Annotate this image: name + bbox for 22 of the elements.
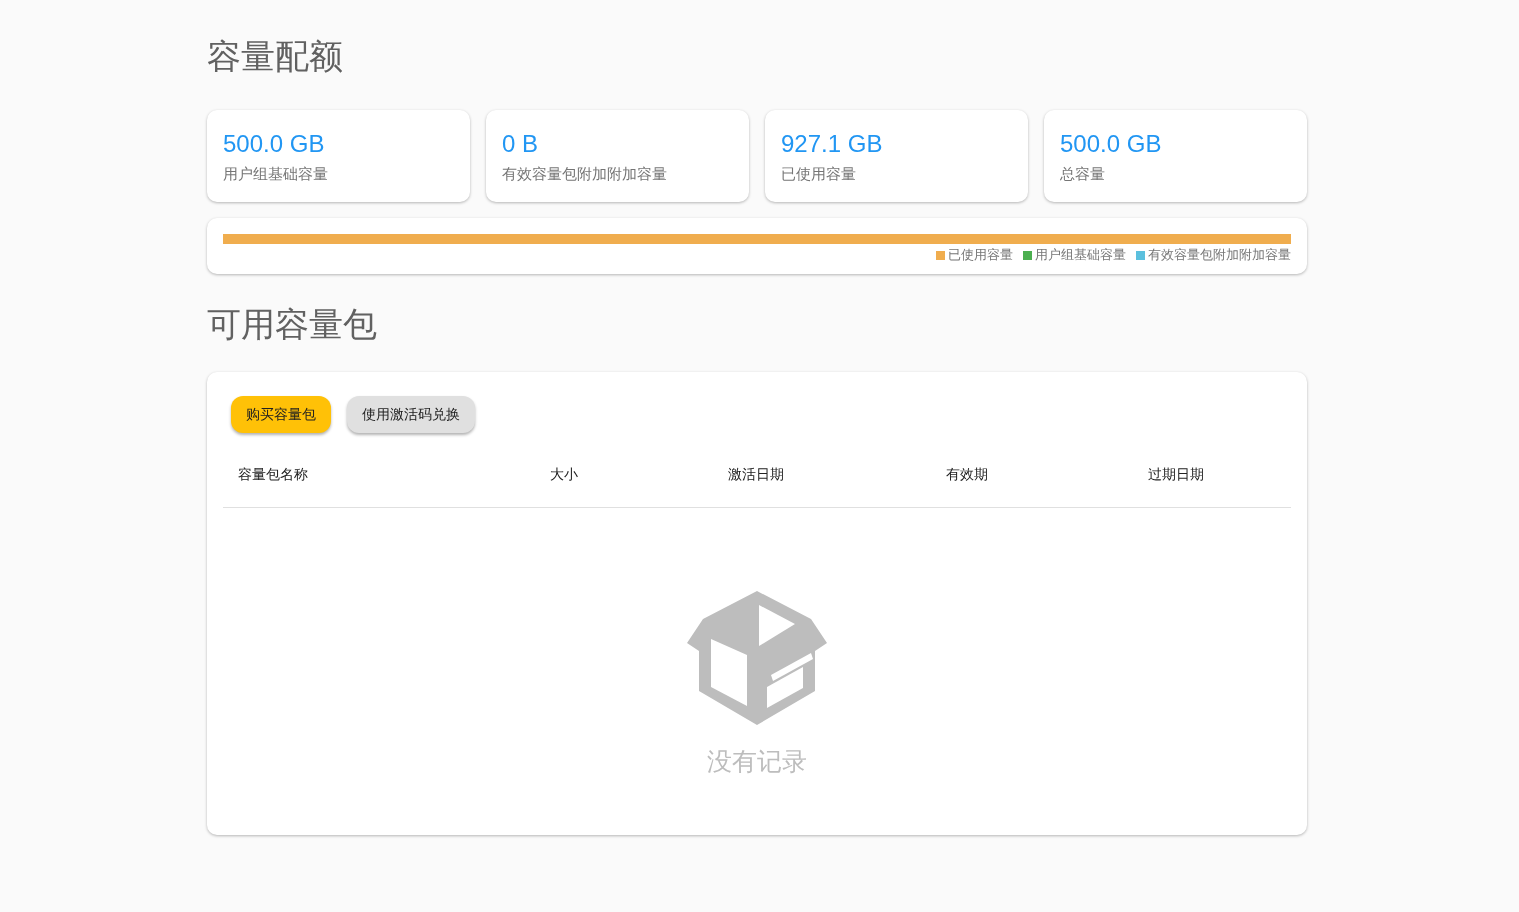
stat-value: 500.0 GB bbox=[1060, 129, 1163, 159]
column-header[interactable]: 大小 bbox=[550, 466, 728, 484]
empty-message: 没有记录 bbox=[707, 746, 807, 778]
stat-value: 0 B bbox=[502, 129, 540, 159]
stat-label: 已使用容量 bbox=[781, 165, 857, 184]
legend-label: 用户组基础容量 bbox=[1035, 246, 1126, 264]
legend-label: 有效容量包附加附加容量 bbox=[1148, 246, 1291, 264]
column-header[interactable]: 有效期 bbox=[946, 466, 1148, 484]
stat-label: 有效容量包附加附加容量 bbox=[502, 165, 668, 184]
buy-pack-button[interactable]: 购买容量包 bbox=[231, 396, 331, 433]
section-title: 可用容量包 bbox=[207, 303, 378, 346]
column-header[interactable]: 容量包名称 bbox=[238, 466, 550, 484]
redeem-code-button[interactable]: 使用激活码兑换 bbox=[347, 396, 475, 433]
stat-value: 500.0 GB bbox=[223, 129, 326, 159]
stat-value: 927.1 GB bbox=[781, 129, 884, 159]
column-header[interactable]: 过期日期 bbox=[1148, 466, 1291, 484]
stat-label: 用户组基础容量 bbox=[223, 165, 329, 184]
section-title: 容量配额 bbox=[207, 35, 344, 78]
stat-label: 总容量 bbox=[1060, 165, 1106, 184]
empty-box-icon bbox=[687, 591, 827, 725]
column-header[interactable]: 激活日期 bbox=[728, 466, 946, 484]
legend-label: 已使用容量 bbox=[948, 246, 1013, 264]
